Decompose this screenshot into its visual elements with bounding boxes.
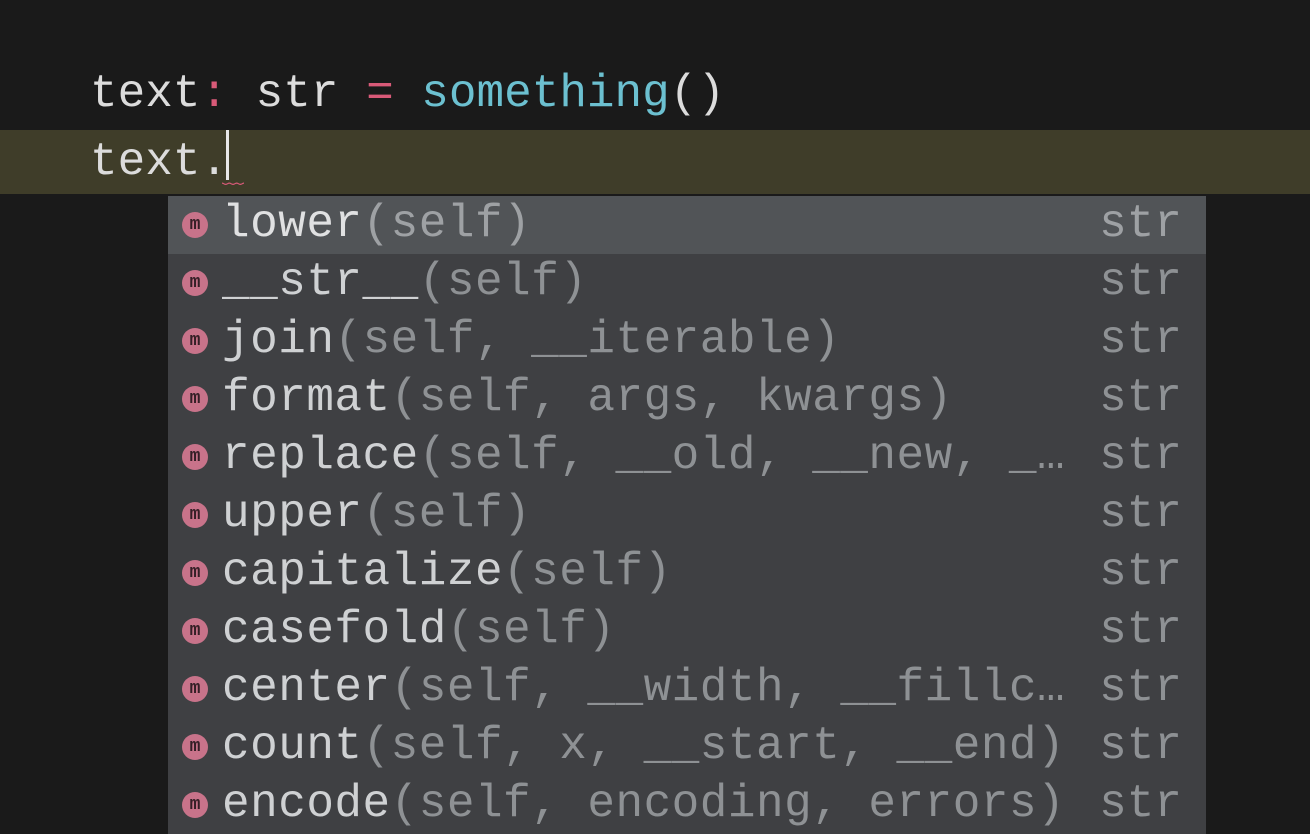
method-icon <box>182 676 208 702</box>
method-icon <box>182 386 208 412</box>
completion-name: count <box>222 720 363 772</box>
identifier-text: text <box>90 68 200 120</box>
completion-name: join <box>222 314 334 366</box>
completion-params: (self, args, kwargs) <box>391 372 953 424</box>
completion-params: (self, __old, __new, __c… <box>419 430 1079 482</box>
type-annotation: str <box>256 68 339 120</box>
completion-params: (self, __width, __fillcha… <box>391 662 1080 714</box>
code-editor[interactable]: text: str = something() text. <box>0 0 1310 194</box>
completion-name: format <box>222 372 391 424</box>
completion-return-type: str <box>1099 544 1182 602</box>
completion-params: (self, encoding, errors) <box>391 778 1066 830</box>
completion-name: casefold <box>222 604 447 656</box>
completion-signature: upper(self) <box>222 486 1079 544</box>
completion-return-type: str <box>1099 776 1182 834</box>
completion-signature: casefold(self) <box>222 602 1079 660</box>
method-icon <box>182 734 208 760</box>
completion-signature: center(self, __width, __fillcha… <box>222 660 1079 718</box>
method-icon <box>182 560 208 586</box>
code-line-1[interactable]: text: str = something() <box>0 66 1310 130</box>
completion-item-upper[interactable]: upper(self) str <box>168 486 1206 544</box>
completion-name: center <box>222 662 391 714</box>
method-icon <box>182 328 208 354</box>
completion-params: (self) <box>363 198 532 250</box>
completion-item-join[interactable]: join(self, __iterable) str <box>168 312 1206 370</box>
completion-signature: __str__(self) <box>222 254 1079 312</box>
completion-name: lower <box>222 198 363 250</box>
completion-return-type: str <box>1099 196 1182 254</box>
completion-signature: count(self, x, __start, __end) <box>222 718 1079 776</box>
completion-return-type: str <box>1099 312 1182 370</box>
colon-token: : <box>200 68 228 120</box>
method-icon <box>182 212 208 238</box>
completion-params: (self, x, __start, __end) <box>363 720 1066 772</box>
completion-name: capitalize <box>222 546 503 598</box>
completion-signature: capitalize(self) <box>222 544 1079 602</box>
completion-signature: replace(self, __old, __new, __c… <box>222 428 1079 486</box>
identifier-text: text <box>90 136 200 188</box>
space <box>394 68 422 120</box>
error-squiggle-icon <box>222 178 240 188</box>
method-icon <box>182 444 208 470</box>
completion-signature: lower(self) <box>222 196 1079 254</box>
completion-item-encode[interactable]: encode(self, encoding, errors) str <box>168 776 1206 834</box>
autocomplete-popup[interactable]: lower(self)str__str__(self)strjoin(self,… <box>168 196 1206 834</box>
completion-return-type: str <box>1099 428 1182 486</box>
space <box>228 68 256 120</box>
method-icon <box>182 792 208 818</box>
function-call: something <box>421 68 669 120</box>
completion-name: encode <box>222 778 391 830</box>
completion-item-replace[interactable]: replace(self, __old, __new, __c… str <box>168 428 1206 486</box>
method-icon <box>182 618 208 644</box>
completion-params: (self, __iterable) <box>334 314 840 366</box>
completion-params: (self) <box>447 604 616 656</box>
completion-return-type: str <box>1099 718 1182 776</box>
completion-name: replace <box>222 430 419 482</box>
completion-params: (self) <box>503 546 672 598</box>
completion-item-lower[interactable]: lower(self) str <box>168 196 1206 254</box>
completion-item-center[interactable]: center(self, __width, __fillcha… str <box>168 660 1206 718</box>
completion-name: __str__ <box>222 256 419 308</box>
completion-return-type: str <box>1099 602 1182 660</box>
completion-return-type: str <box>1099 486 1182 544</box>
completion-signature: encode(self, encoding, errors) <box>222 776 1079 834</box>
completion-return-type: str <box>1099 370 1182 428</box>
completion-item-format[interactable]: format(self, args, kwargs) str <box>168 370 1206 428</box>
completion-signature: join(self, __iterable) <box>222 312 1079 370</box>
completion-item-capitalize[interactable]: capitalize(self) str <box>168 544 1206 602</box>
completion-name: upper <box>222 488 363 540</box>
completion-return-type: str <box>1099 660 1182 718</box>
completion-item-__str__[interactable]: __str__(self) str <box>168 254 1206 312</box>
parens: () <box>670 68 725 120</box>
completion-item-count[interactable]: count(self, x, __start, __end) str <box>168 718 1206 776</box>
equals-token: = <box>366 68 394 120</box>
method-icon <box>182 502 208 528</box>
completion-item-casefold[interactable]: casefold(self) str <box>168 602 1206 660</box>
completion-return-type: str <box>1099 254 1182 312</box>
code-line-2-current[interactable]: text. <box>0 130 1310 194</box>
space <box>338 68 366 120</box>
completion-signature: format(self, args, kwargs) <box>222 370 1079 428</box>
completion-params: (self) <box>419 256 588 308</box>
completion-params: (self) <box>363 488 532 540</box>
method-icon <box>182 270 208 296</box>
